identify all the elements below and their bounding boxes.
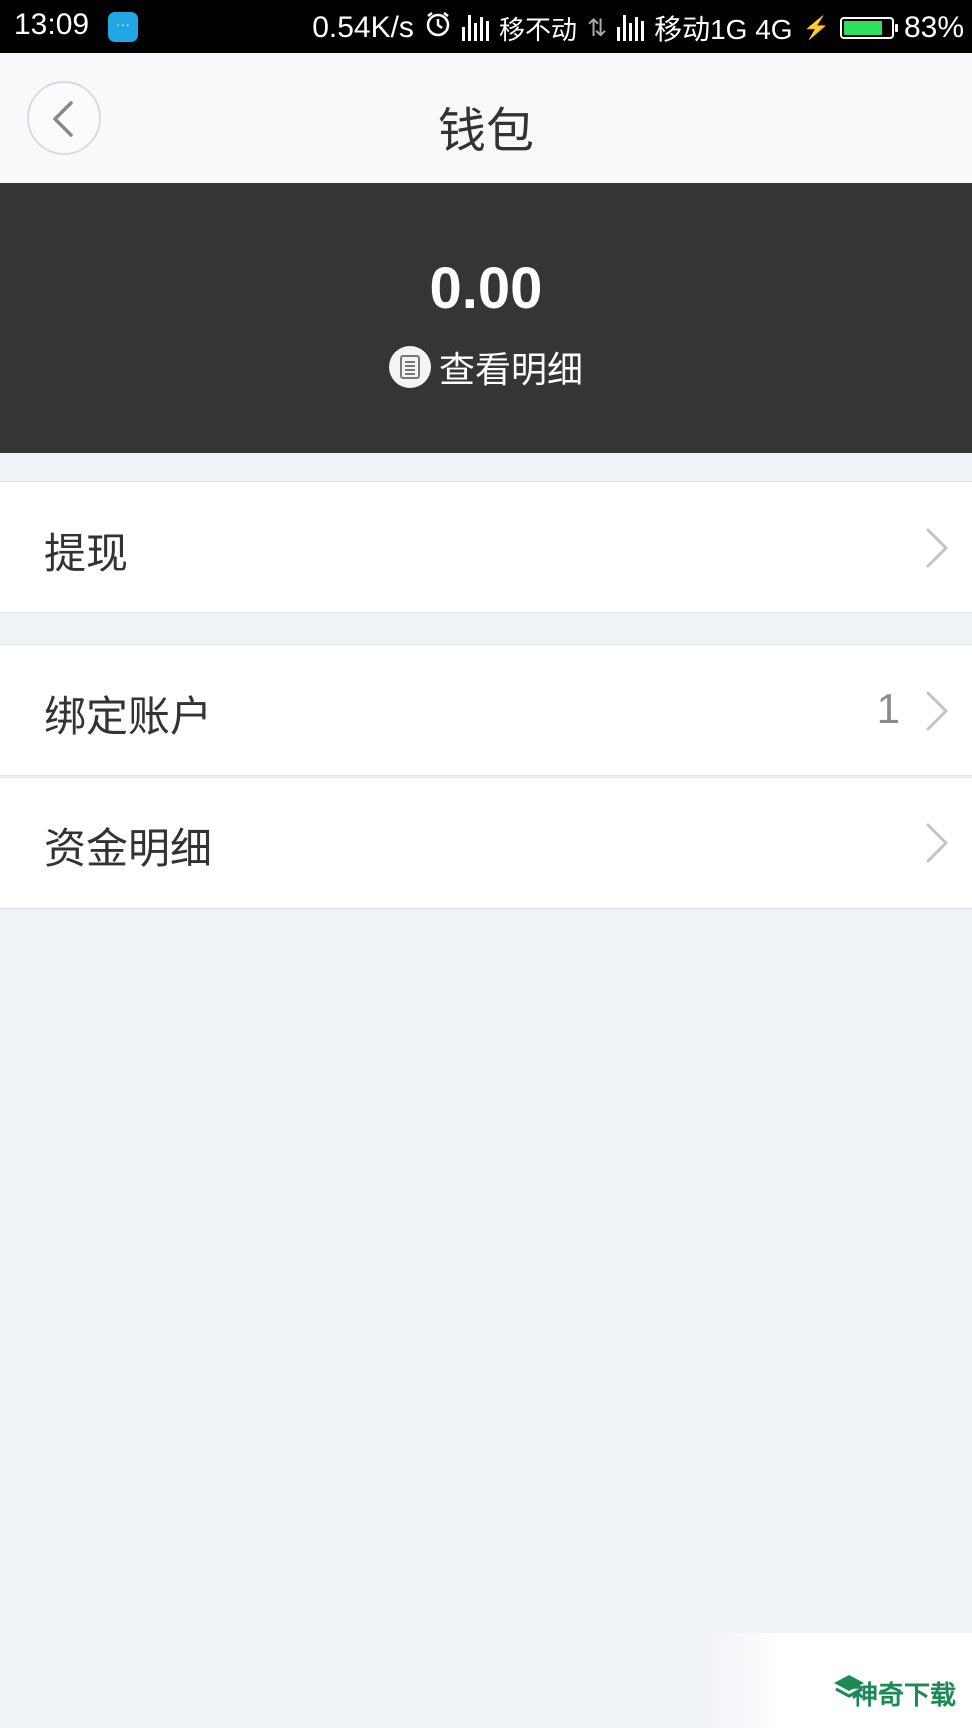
chevron-right-icon: [926, 528, 948, 568]
status-right-group: 0.54K/s 移不动 ⇅ 移动1G 4G ⚡ 83%: [312, 8, 964, 48]
signal-icon-2: [617, 15, 645, 41]
status-net-speed: 0.54K/s: [312, 11, 414, 44]
status-carrier-1: 移不动: [498, 14, 577, 45]
view-details-label: 查看明细: [438, 350, 583, 391]
menu-item-label: 提现: [44, 529, 129, 578]
status-time: 13:09: [14, 8, 90, 41]
menu-item-fund-details[interactable]: 资金明细: [0, 777, 972, 909]
watermark: 神奇下载: [702, 1633, 972, 1728]
view-details-link[interactable]: 查看明细: [0, 341, 972, 393]
alarm-icon: [424, 10, 452, 46]
status-bar: 13:09 ··· 0.54K/s 移不动 ⇅ 移动1G 4G ⚡ 83%: [0, 0, 972, 53]
balance-banner: 0.00 查看明细: [0, 183, 972, 453]
battery-icon: [839, 17, 898, 39]
chevron-right-icon: [926, 823, 948, 863]
menu-item-label: 绑定账户: [44, 692, 213, 741]
menu-item-label: 资金明细: [44, 824, 213, 873]
signal-icon: [461, 15, 489, 41]
account-count: 1: [876, 685, 900, 732]
data-arrows-icon: ⇅: [586, 14, 608, 42]
page-title: 钱包: [437, 103, 534, 159]
charging-icon: ⚡: [802, 15, 830, 40]
watermark-text: 神奇下载: [851, 1681, 956, 1711]
nav-bar: 钱包: [0, 53, 972, 184]
menu-item-withdraw[interactable]: 提现: [0, 481, 972, 613]
receipt-icon: [388, 346, 431, 388]
status-battery-percent: 83%: [903, 11, 964, 44]
menu-item-bound-accounts[interactable]: 绑定账户 1: [0, 644, 972, 776]
row-divider: [0, 777, 972, 778]
chevron-right-icon: [926, 691, 948, 731]
app-notification-icon: ···: [108, 12, 138, 42]
balance-amount: 0.00: [429, 256, 543, 321]
status-carrier-2: 移动1G 4G: [654, 14, 793, 45]
